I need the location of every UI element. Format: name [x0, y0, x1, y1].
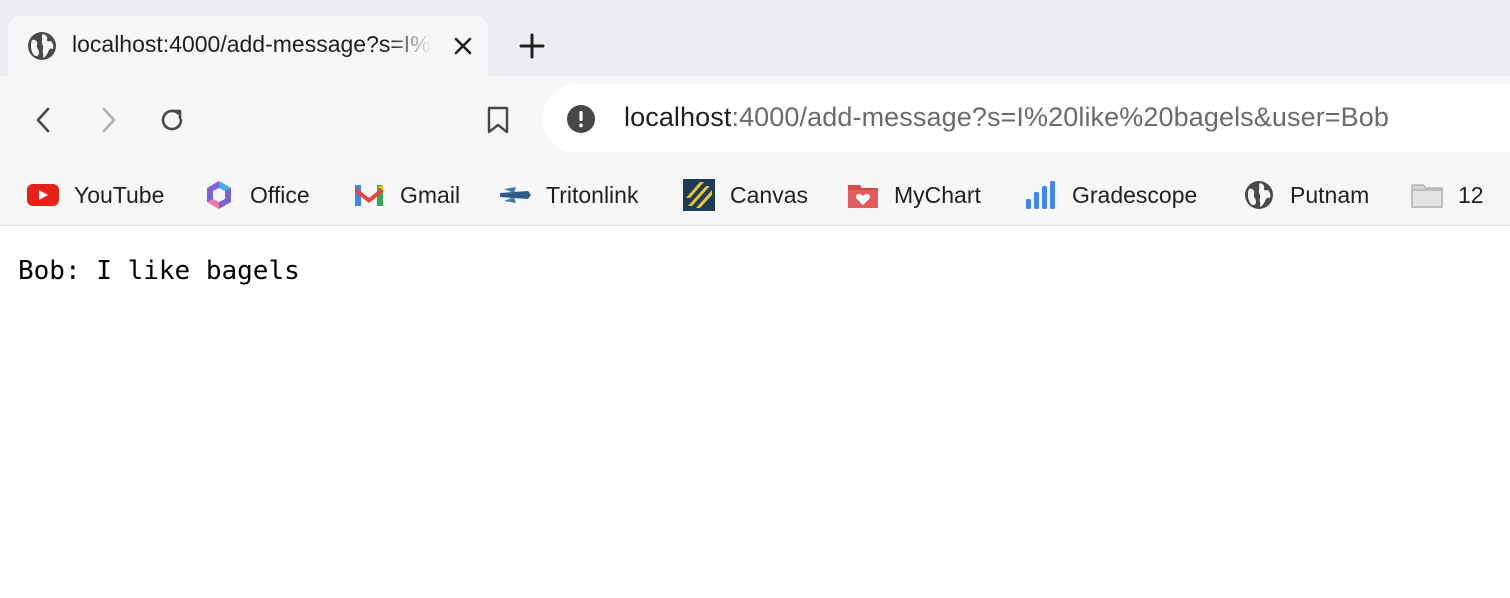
folder-icon — [1410, 178, 1444, 212]
bookmark-label: Putnam — [1290, 181, 1370, 208]
url-path: :4000/add-message?s=I%20like%20bagels&us… — [731, 102, 1390, 132]
browser-tab[interactable]: localhost:4000/add-message?s=I%20like%20… — [8, 16, 488, 76]
gradescope-icon — [1024, 178, 1058, 212]
tab-title: localhost:4000/add-message?s=I%20like%20… — [72, 31, 432, 57]
url-text[interactable]: localhost:4000/add-message?s=I%20like%20… — [624, 102, 1389, 133]
canvas-icon — [682, 178, 716, 212]
tritonlink-icon — [498, 178, 532, 212]
globe-icon — [28, 32, 56, 60]
bookmark-label: Gradescope — [1072, 181, 1198, 208]
chevron-right-icon — [102, 107, 116, 133]
bookmark-label: MyChart — [894, 181, 981, 208]
bookmark-label: Office — [250, 181, 310, 208]
globe-icon — [1242, 178, 1276, 212]
bookmark-gmail[interactable]: Gmail — [352, 174, 460, 216]
bookmark-label: Gmail — [400, 181, 461, 208]
bookmark-office[interactable]: Office — [202, 174, 310, 216]
address-bar[interactable]: localhost:4000/add-message?s=I%20like%20… — [542, 84, 1510, 152]
reload-button[interactable] — [152, 100, 192, 140]
bookmark-putnam[interactable]: Putnam — [1242, 174, 1369, 216]
bookmark-canvas[interactable]: Canvas — [682, 174, 808, 216]
youtube-icon — [26, 178, 60, 212]
mychart-icon — [846, 178, 880, 212]
tab-strip: localhost:4000/add-message?s=I%20like%20… — [0, 0, 1510, 76]
close-icon[interactable] — [450, 33, 476, 59]
browser-toolbar: localhost:4000/add-message?s=I%20like%20… — [0, 76, 1510, 164]
forward-button[interactable] — [88, 100, 128, 140]
reload-icon — [161, 109, 183, 131]
gmail-icon — [352, 178, 386, 212]
page-message: Bob: I like bagels — [18, 256, 300, 286]
office-icon — [202, 178, 236, 212]
bookmarks-bar: YouTube Office Gmail Tritonlink Canvas M… — [0, 164, 1510, 226]
bookmark-icon — [487, 106, 509, 134]
chevron-left-icon — [36, 107, 50, 133]
bookmark-label: YouTube — [74, 181, 165, 208]
bookmark-youtube[interactable]: YouTube — [26, 174, 164, 216]
bookmark-label: Canvas — [730, 181, 808, 208]
bookmark-page-button[interactable] — [478, 98, 518, 142]
url-host: localhost — [624, 102, 732, 132]
info-icon[interactable] — [566, 104, 596, 134]
bookmark-mychart[interactable]: MyChart — [846, 174, 981, 216]
bookmark-tritonlink[interactable]: Tritonlink — [498, 174, 638, 216]
bookmark-gradescope[interactable]: Gradescope — [1024, 174, 1197, 216]
new-tab-plus-icon[interactable] — [516, 30, 548, 62]
bookmark-label: 12 — [1458, 181, 1484, 208]
bookmark-folder[interactable]: 12 — [1410, 174, 1484, 216]
back-button[interactable] — [24, 100, 64, 140]
bookmark-label: Tritonlink — [546, 181, 639, 208]
